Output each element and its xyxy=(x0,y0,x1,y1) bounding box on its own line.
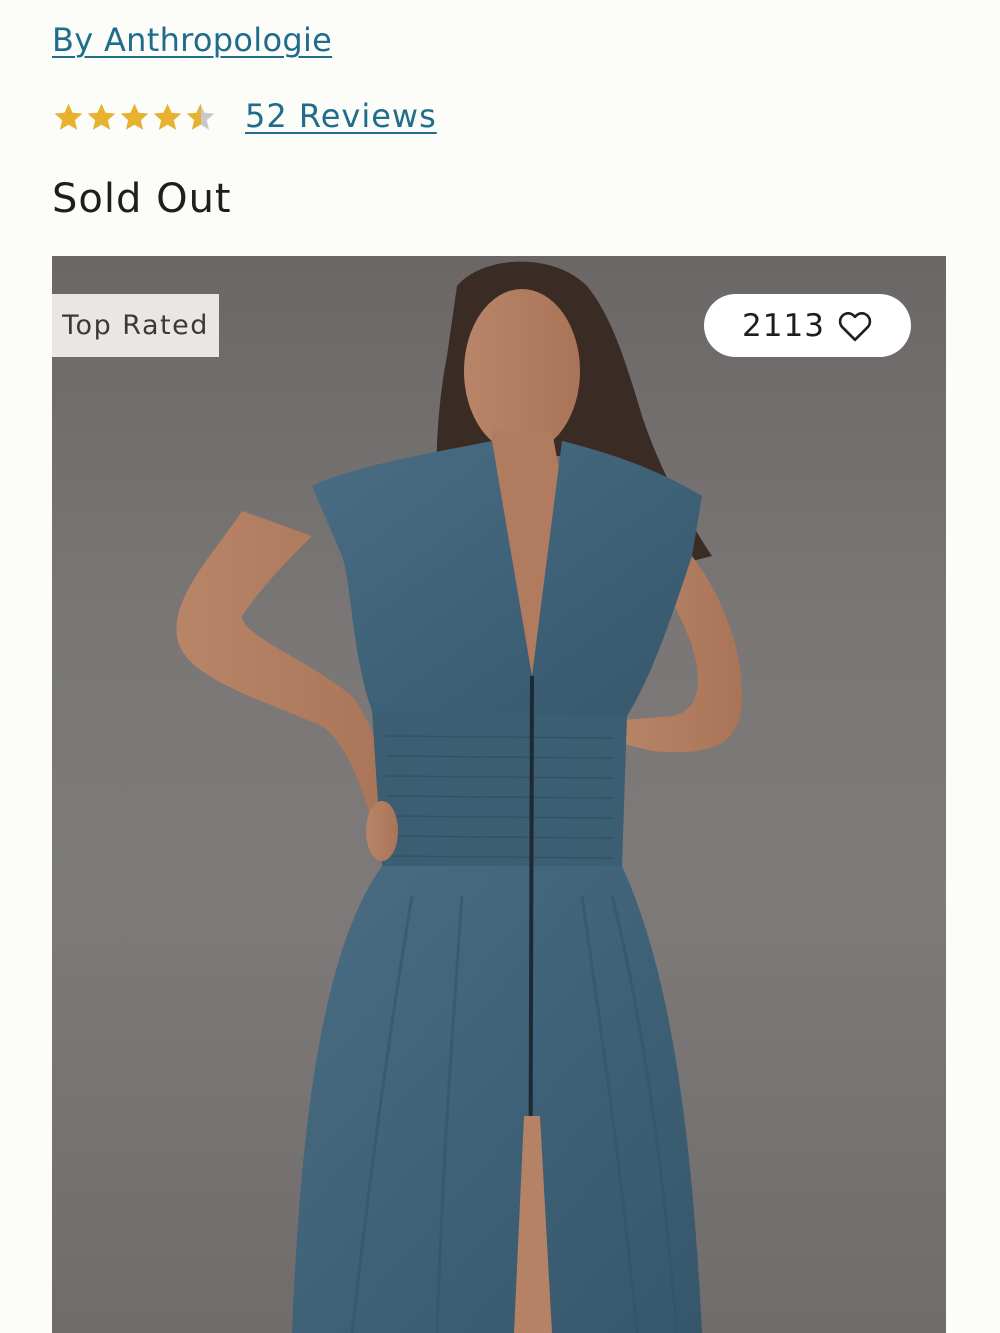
brand-link[interactable]: By Anthropologie xyxy=(52,18,332,62)
star-icon xyxy=(184,100,217,133)
star-icon xyxy=(52,100,85,133)
star-icon xyxy=(85,100,118,133)
top-rated-badge: Top Rated xyxy=(52,294,219,357)
heart-outline-icon xyxy=(837,310,873,342)
favorite-button[interactable]: 2113 xyxy=(704,294,911,357)
star-icon xyxy=(118,100,151,133)
availability-status: Sold Out xyxy=(52,176,232,222)
rating-row: 52 Reviews xyxy=(52,92,437,140)
product-image[interactable]: Top Rated 2113 xyxy=(52,256,946,1333)
favorite-count: 2113 xyxy=(742,307,825,344)
reviews-link[interactable]: 52 Reviews xyxy=(245,97,437,135)
product-detail-page: By Anthropologie 52 Reviews Sold Out Top… xyxy=(0,0,1000,1333)
star-icon xyxy=(151,100,184,133)
star-rating xyxy=(52,100,217,133)
model-photo xyxy=(176,261,742,1333)
